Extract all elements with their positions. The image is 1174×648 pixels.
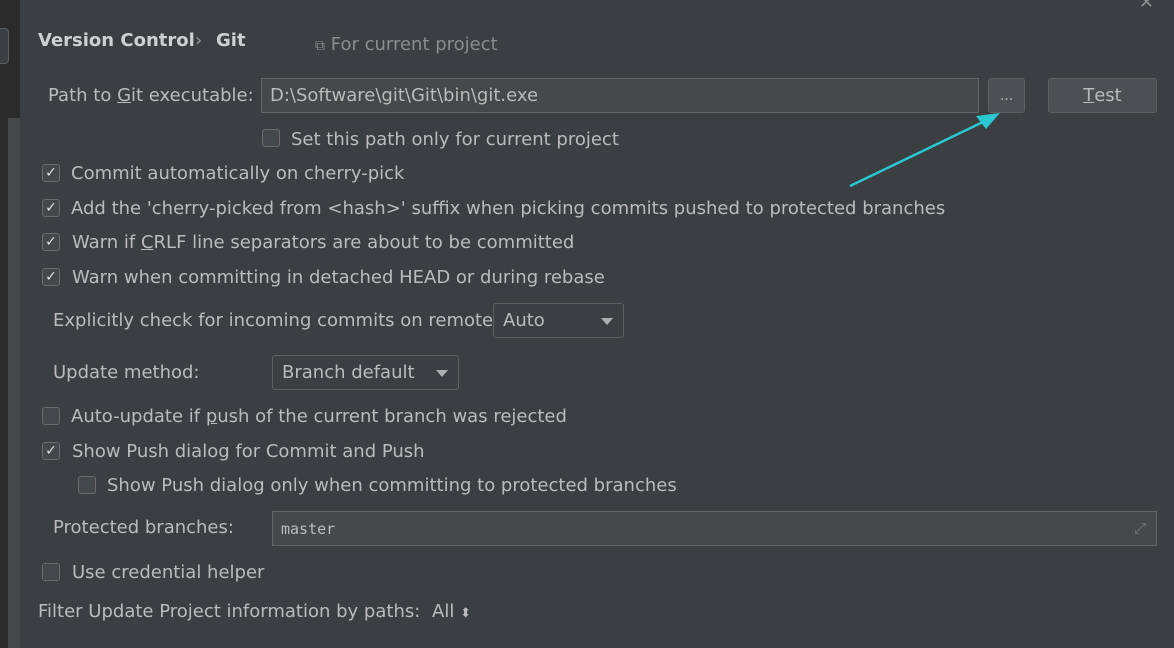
updown-icon: ⬍: [460, 606, 471, 621]
protected-branches-input[interactable]: master ⤢: [272, 511, 1157, 546]
warn-crlf-checkbox[interactable]: ✓: [42, 233, 60, 251]
push-protected-only-checkbox[interactable]: [78, 476, 96, 494]
protected-branches-label: Protected branches:: [53, 517, 234, 538]
credential-helper-checkbox[interactable]: [42, 563, 60, 581]
commit-cherry-pick-checkbox[interactable]: ✓: [42, 164, 60, 182]
cherry-suffix-label[interactable]: Add the 'cherry-picked from <hash>' suff…: [71, 198, 945, 219]
warn-detached-checkbox[interactable]: ✓: [42, 268, 60, 286]
cherry-suffix-checkbox[interactable]: ✓: [42, 199, 60, 217]
push-protected-only-label[interactable]: Show Push dialog only when committing to…: [107, 475, 677, 496]
incoming-label: Explicitly check for incoming commits on…: [53, 310, 509, 331]
auto-update-label[interactable]: Auto-update if push of the current branc…: [71, 406, 567, 427]
path-current-project-label[interactable]: Set this path only for current project: [291, 129, 619, 150]
filter-paths-dropdown[interactable]: All ⬍: [432, 601, 471, 622]
chevron-down-icon: [436, 369, 448, 377]
filter-paths-label: Filter Update Project information by pat…: [38, 601, 421, 622]
path-current-project-checkbox[interactable]: [262, 129, 280, 147]
show-push-dialog-label[interactable]: Show Push dialog for Commit and Push: [72, 441, 425, 462]
commit-cherry-pick-label[interactable]: Commit automatically on cherry-pick: [71, 163, 404, 184]
show-push-dialog-checkbox[interactable]: ✓: [42, 442, 60, 460]
credential-helper-label[interactable]: Use credential helper: [72, 562, 264, 583]
chevron-down-icon: [601, 317, 613, 325]
incoming-combo[interactable]: Auto: [493, 303, 624, 338]
auto-update-checkbox[interactable]: [42, 407, 60, 425]
warn-crlf-label[interactable]: Warn if CRLF line separators are about t…: [72, 232, 574, 253]
update-method-combo[interactable]: Branch default: [272, 355, 459, 390]
warn-detached-label[interactable]: Warn when committing in detached HEAD or…: [72, 267, 605, 288]
update-method-label: Update method:: [53, 362, 200, 383]
expand-icon[interactable]: ⤢: [1134, 519, 1146, 537]
